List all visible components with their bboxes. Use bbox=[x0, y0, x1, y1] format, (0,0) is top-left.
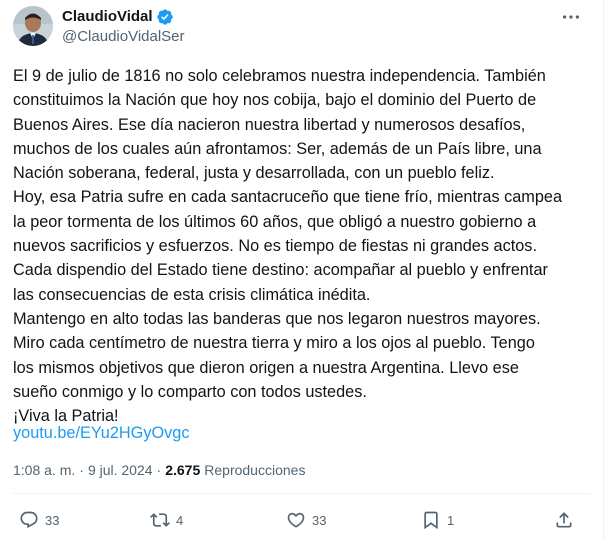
avatar[interactable] bbox=[13, 6, 53, 46]
author-handle[interactable]: @ClaudioVidalSer bbox=[62, 28, 185, 46]
reply-button[interactable]: 33 bbox=[19, 510, 59, 530]
post-meta: 1:08 a. m. · 9 jul. 2024 · 2.675 Reprodu… bbox=[13, 461, 305, 479]
bookmark-count: 1 bbox=[447, 512, 455, 528]
meta-separator: · bbox=[79, 462, 84, 478]
like-button[interactable]: 33 bbox=[286, 510, 326, 530]
divider bbox=[13, 493, 591, 494]
more-icon[interactable] bbox=[560, 6, 582, 28]
share-icon bbox=[556, 512, 572, 528]
action-bar: 33 4 33 1 bbox=[0, 500, 604, 540]
repost-count: 4 bbox=[176, 512, 184, 528]
post-link[interactable]: youtu.be/EYu2HGyOvgc bbox=[13, 421, 189, 445]
author-name-row: ClaudioVidal bbox=[62, 8, 174, 26]
post-card: ClaudioVidal @ClaudioVidalSer El 9 de ju… bbox=[0, 0, 604, 540]
repost-icon bbox=[150, 513, 170, 527]
views-count: 2.675 bbox=[165, 462, 201, 478]
post-time[interactable]: 1:08 a. m. bbox=[13, 461, 75, 479]
reply-icon bbox=[20, 511, 38, 529]
post-date[interactable]: 9 jul. 2024 bbox=[88, 461, 153, 479]
share-button[interactable] bbox=[554, 510, 574, 530]
reply-count: 33 bbox=[45, 512, 60, 528]
author-name[interactable]: ClaudioVidal bbox=[62, 8, 153, 26]
views-label: Reproducciones bbox=[204, 462, 306, 478]
avatar-image bbox=[13, 6, 53, 46]
bookmark-icon bbox=[424, 511, 438, 530]
like-count: 33 bbox=[312, 512, 327, 528]
verified-badge-icon bbox=[156, 9, 173, 25]
heart-icon bbox=[287, 512, 305, 528]
bookmark-button[interactable]: 1 bbox=[421, 510, 454, 530]
meta-separator-2: · bbox=[156, 462, 162, 478]
repost-button[interactable]: 4 bbox=[150, 510, 183, 530]
post-text: El 9 de julio de 1816 no solo celebramos… bbox=[13, 67, 563, 426]
